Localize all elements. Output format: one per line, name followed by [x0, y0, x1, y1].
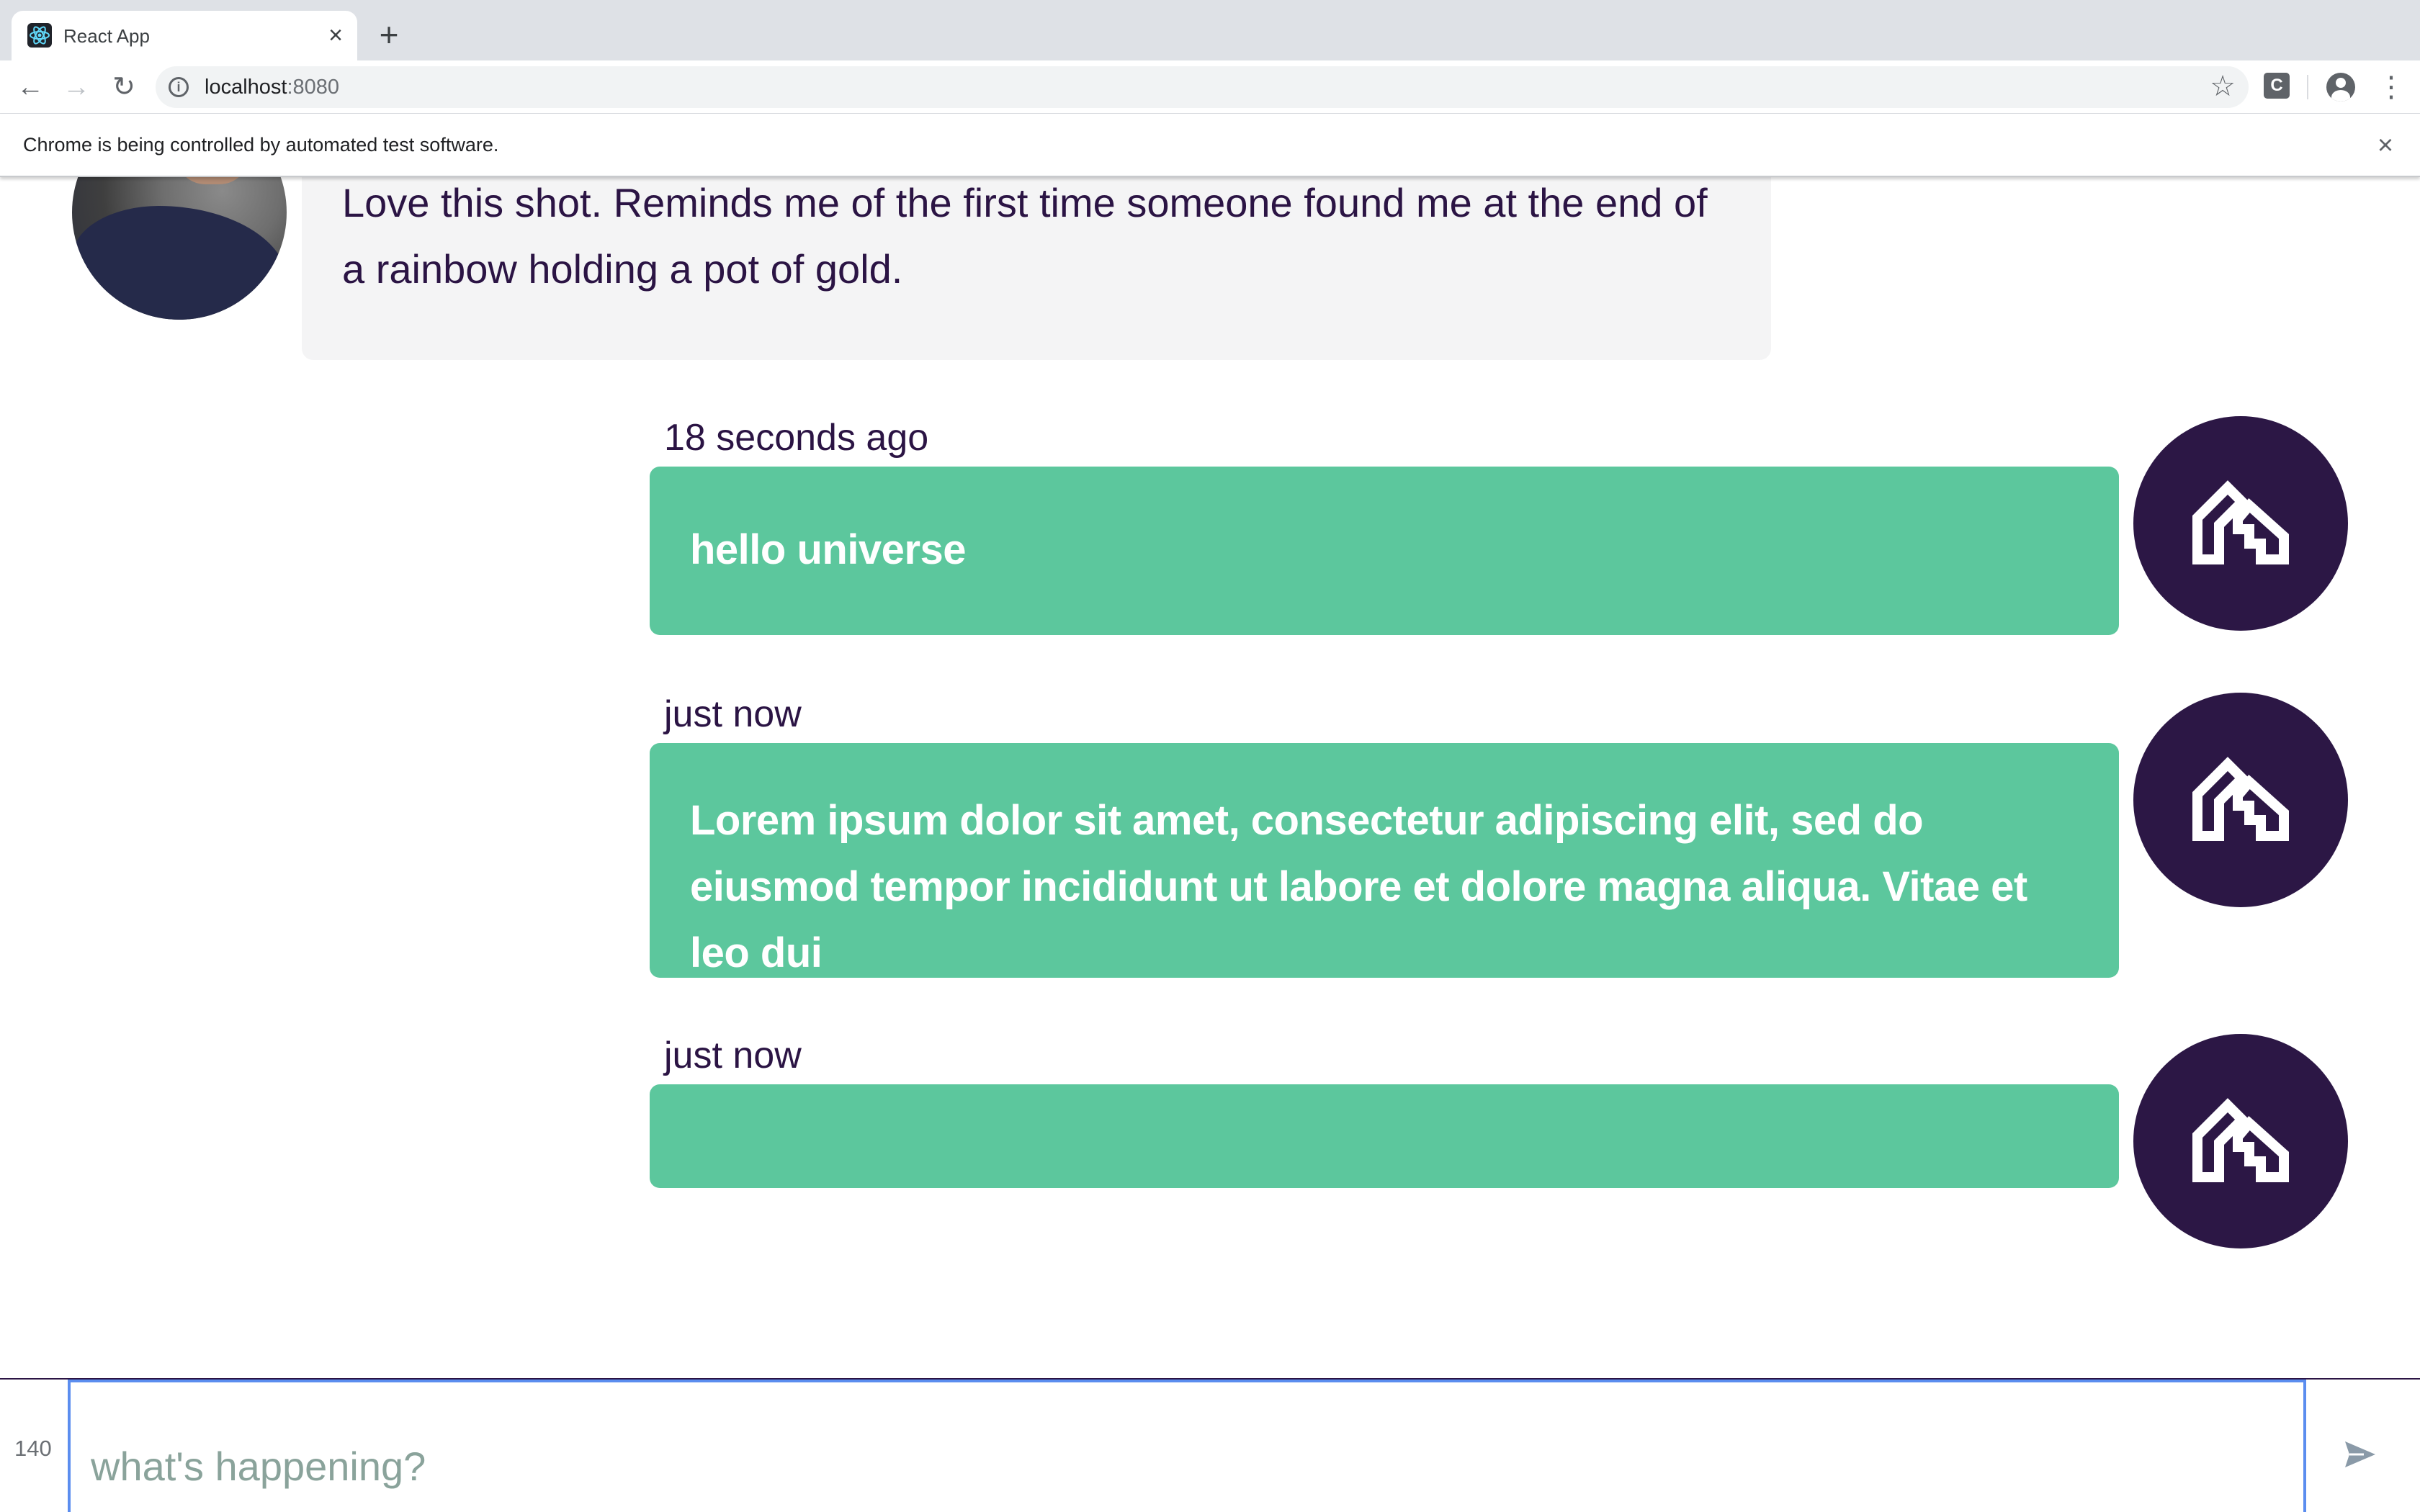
composer-bar: 140 — [0, 1378, 2420, 1512]
sent-message-bubble: hello universe — [650, 467, 2119, 635]
app-window: React App × + ← → ↻ i localhost:8080 ☆ C… — [0, 0, 2420, 1512]
sent-message-text: Lorem ipsum dolor sit amet, consectetur … — [690, 797, 2027, 976]
extension-icon[interactable]: C — [2264, 73, 2290, 99]
sent-message-text: hello universe — [690, 526, 967, 573]
new-tab-button[interactable]: + — [372, 17, 406, 52]
compose-input[interactable] — [68, 1380, 2306, 1512]
my-avatar[interactable] — [2133, 416, 2348, 631]
site-info-icon[interactable]: i — [169, 77, 189, 97]
tab-title: React App — [63, 25, 150, 47]
reload-icon[interactable]: ↻ — [107, 70, 141, 104]
address-bar[interactable]: i localhost:8080 ☆ — [156, 66, 2249, 108]
back-arrow-icon[interactable]: ← — [13, 70, 48, 104]
sent-message-bubble — [650, 1084, 2119, 1188]
my-avatar[interactable] — [2133, 693, 2348, 907]
house-logo-icon — [2192, 757, 2289, 841]
profile-avatar-icon[interactable] — [2326, 73, 2355, 102]
automation-infobar: Chrome is being controlled by automated … — [0, 114, 2420, 177]
browser-toolbar: ← → ↻ i localhost:8080 ☆ C ⋮ — [0, 60, 2420, 114]
kebab-menu-icon[interactable]: ⋮ — [2377, 69, 2406, 105]
infobar-close-icon[interactable]: × — [2370, 130, 2401, 161]
tab-strip: React App × + — [0, 0, 2420, 60]
bookmark-star-icon[interactable]: ☆ — [2207, 71, 2238, 102]
message-timestamp: just now — [664, 1035, 802, 1076]
send-icon — [2345, 1441, 2375, 1467]
browser-tab[interactable]: React App × — [12, 11, 357, 60]
other-user-avatar[interactable] — [72, 177, 287, 320]
send-button[interactable] — [2342, 1439, 2378, 1470]
url-port: :8080 — [287, 76, 340, 99]
message-feed[interactable]: Love this shot. Reminds me of the first … — [0, 177, 2420, 1512]
tab-close-icon[interactable]: × — [323, 22, 349, 48]
received-message-bubble: Love this shot. Reminds me of the first … — [302, 177, 1771, 360]
house-logo-icon — [2192, 480, 2289, 564]
toolbar-divider — [2307, 75, 2308, 99]
url-host: localhost — [205, 76, 287, 99]
forward-arrow-icon[interactable]: → — [59, 70, 94, 104]
sent-message-bubble: Lorem ipsum dolor sit amet, consectetur … — [650, 743, 2119, 978]
my-avatar[interactable] — [2133, 1034, 2348, 1248]
character-count: 140 — [14, 1436, 52, 1461]
house-logo-icon — [2192, 1098, 2289, 1182]
message-timestamp: just now — [664, 693, 802, 735]
react-favicon-icon — [27, 23, 52, 48]
message-timestamp: 18 seconds ago — [664, 417, 929, 459]
url-text: localhost:8080 — [205, 75, 339, 99]
received-message-text: Love this shot. Reminds me of the first … — [342, 180, 1708, 292]
infobar-message: Chrome is being controlled by automated … — [23, 134, 499, 156]
